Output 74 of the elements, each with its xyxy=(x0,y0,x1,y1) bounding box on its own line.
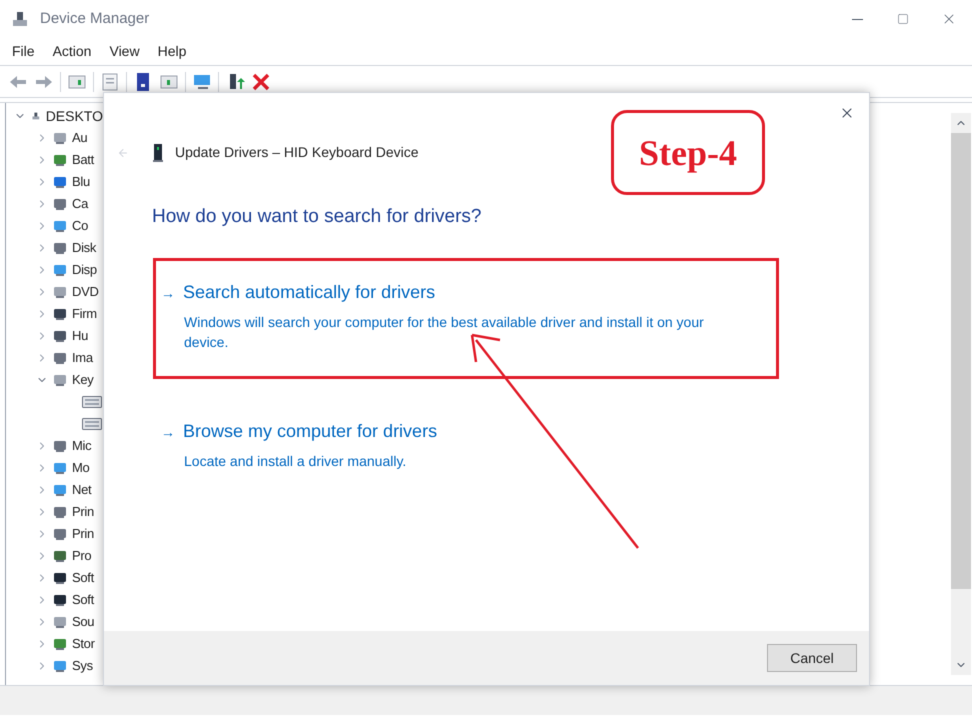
device-icon xyxy=(52,548,68,564)
device-icon xyxy=(52,196,68,212)
tree-item[interactable]: Ima xyxy=(72,348,93,368)
option-title[interactable]: Search automatically for drivers xyxy=(183,278,436,306)
tree-item[interactable]: Mic xyxy=(72,436,92,456)
uninstall-x-icon[interactable] xyxy=(251,72,271,92)
device-icon xyxy=(52,592,68,608)
tree-item[interactable]: Disp xyxy=(72,260,97,280)
tree-item[interactable]: Prin xyxy=(72,524,94,544)
device-icon xyxy=(52,350,68,366)
device-icon xyxy=(52,504,68,520)
tree-item[interactable]: Pro xyxy=(72,546,92,566)
device-icon xyxy=(52,284,68,300)
dialog-heading: How do you want to search for drivers? xyxy=(152,205,482,229)
maximize-icon xyxy=(897,13,909,25)
tree-item[interactable]: Soft xyxy=(72,590,94,610)
device-icon xyxy=(52,658,68,674)
device-icon xyxy=(52,174,68,190)
device-icon xyxy=(52,526,68,542)
tree-item[interactable]: DESKTO xyxy=(46,106,103,126)
tree-item[interactable]: Blu xyxy=(72,172,90,192)
driver-option[interactable]: → Browse my computer for drivers Locate and install a driver manually. xyxy=(153,404,779,484)
tree-item[interactable]: Co xyxy=(72,216,88,236)
back-arrow-icon[interactable] xyxy=(117,146,129,158)
driver-option[interactable]: → Search automatically for drivers Windows will search your computer for the best available driver and install it on your device. xyxy=(153,258,779,378)
tree-item[interactable]: Sys xyxy=(72,656,93,676)
arrow-icon: → xyxy=(161,422,175,442)
device-icon xyxy=(52,438,68,454)
tree-item[interactable]: Sou xyxy=(72,612,94,632)
menu-item[interactable]: File xyxy=(4,41,43,62)
device-icon xyxy=(52,482,68,498)
computer-icon xyxy=(12,11,28,27)
device-icon xyxy=(52,614,68,630)
device-icon xyxy=(52,240,68,256)
device-icon xyxy=(52,372,68,388)
tree-item[interactable]: Key xyxy=(72,370,94,390)
minimize-icon xyxy=(852,18,862,20)
device-icon xyxy=(52,306,68,322)
device-icon xyxy=(52,460,68,476)
properties-icon[interactable] xyxy=(100,72,120,92)
option-description: Locate and install a driver manually. xyxy=(184,452,408,470)
option-title[interactable]: Browse my computer for drivers xyxy=(183,418,438,444)
tree-item[interactable]: Prin xyxy=(72,502,94,522)
device-icon xyxy=(52,570,68,586)
option-description: Windows will search your computer for the best available driver and install it on your device. xyxy=(184,312,705,352)
keyboard-icon xyxy=(82,396,102,408)
menu-item[interactable]: Help xyxy=(150,41,194,62)
tree-item[interactable]: Hu xyxy=(72,326,88,346)
tree-item[interactable]: Au xyxy=(72,128,88,148)
tree-item[interactable]: Batt xyxy=(72,150,94,170)
dialog-title: Update Drivers – HID Keyboard Device xyxy=(175,143,419,162)
arrow-icon: → xyxy=(161,282,175,304)
tree-item[interactable]: Firm xyxy=(72,304,97,324)
device-icon xyxy=(52,152,68,168)
tree-item[interactable]: Soft xyxy=(72,568,94,588)
device-icon xyxy=(52,636,68,652)
device-icon xyxy=(52,328,68,344)
scrollbar-thumb[interactable] xyxy=(951,133,971,589)
menu-item[interactable]: Action xyxy=(44,41,100,62)
tree-item[interactable]: Disk xyxy=(72,238,96,258)
device-icon xyxy=(52,130,68,146)
window-title: Device Manager xyxy=(40,8,150,29)
menu-item[interactable]: View xyxy=(101,41,148,62)
device-icon xyxy=(153,144,163,162)
tree-item[interactable]: DVD xyxy=(72,282,99,302)
device-icon xyxy=(52,262,68,278)
device-icon xyxy=(52,218,68,234)
keyboard-icon xyxy=(82,418,102,430)
tree-item[interactable]: Ca xyxy=(72,194,88,214)
step-label: Step-4 xyxy=(611,110,765,195)
cancel-button[interactable]: Cancel xyxy=(767,644,857,672)
tree-item[interactable]: Mo xyxy=(72,458,90,478)
tree-item[interactable]: Net xyxy=(72,480,92,500)
tree-item[interactable]: Stor xyxy=(72,634,95,654)
